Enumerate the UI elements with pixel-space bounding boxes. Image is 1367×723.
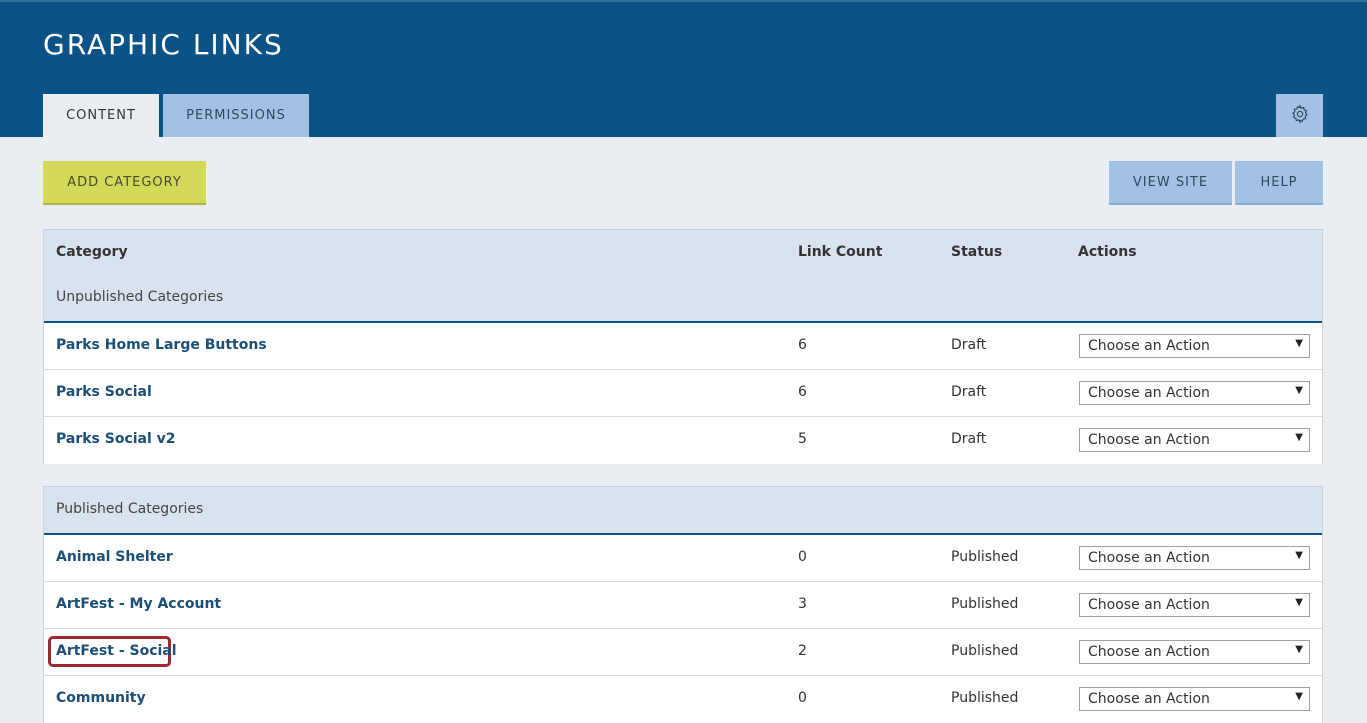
status-text: Published [951,549,1019,565]
dropdown-arrow-icon: ▼ [1295,432,1303,443]
action-select[interactable]: Choose an Action ▼ [1079,593,1310,617]
unpublished-categories-table: Category Link Count Status Actions Unpub… [43,229,1323,464]
link-count: 6 [798,337,807,353]
table-row: Animal Shelter 0 Published Choose an Act… [44,535,1322,582]
status-text: Published [951,643,1019,659]
category-link[interactable]: Animal Shelter [56,549,173,565]
table-row: Parks Social v2 5 Draft Choose an Action… [44,417,1322,464]
page-title: GRAPHIC LINKS [43,28,284,61]
status-text: Draft [951,337,987,353]
dropdown-arrow-icon: ▼ [1295,338,1303,349]
add-category-button[interactable]: ADD CATEGORY [43,161,206,205]
action-select-value: Choose an Action [1088,644,1210,660]
category-link[interactable]: Parks Social [56,384,152,400]
status-text: Draft [951,431,987,447]
status-text: Published [951,690,1019,706]
table-header: Category Link Count Status Actions Unpub… [44,230,1322,323]
action-select[interactable]: Choose an Action ▼ [1079,546,1310,570]
action-select[interactable]: Choose an Action ▼ [1079,640,1310,664]
dropdown-arrow-icon: ▼ [1295,550,1303,561]
tab-content[interactable]: CONTENT [43,94,159,137]
table-row: Parks Social 6 Draft Choose an Action ▼ [44,370,1322,417]
link-count: 0 [798,549,807,565]
view-site-button[interactable]: VIEW SITE [1109,161,1232,205]
link-count: 0 [798,690,807,706]
column-header-status: Status [951,244,1003,260]
table-row: ArtFest - Social 2 Published Choose an A… [44,629,1322,676]
category-link[interactable]: Parks Social v2 [56,431,176,447]
column-header-category: Category [56,244,128,260]
category-link[interactable]: ArtFest - Social [56,643,177,659]
dropdown-arrow-icon: ▼ [1295,644,1303,655]
link-count: 5 [798,431,807,447]
action-select[interactable]: Choose an Action ▼ [1079,334,1310,358]
table-row: Parks Home Large Buttons 6 Draft Choose … [44,323,1322,370]
action-select-value: Choose an Action [1088,432,1210,448]
link-count: 2 [798,643,807,659]
category-link[interactable]: Parks Home Large Buttons [56,337,267,353]
action-select-value: Choose an Action [1088,550,1210,566]
column-header-actions: Actions [1078,244,1137,260]
table-row: Community 0 Published Choose an Action ▼ [44,676,1322,723]
help-button[interactable]: HELP [1235,161,1323,205]
action-select[interactable]: Choose an Action ▼ [1079,381,1310,405]
action-select[interactable]: Choose an Action ▼ [1079,687,1310,711]
published-categories-table: Published Categories Animal Shelter 0 Pu… [43,486,1323,723]
unpublished-group-label: Unpublished Categories [56,289,224,305]
dropdown-arrow-icon: ▼ [1295,385,1303,396]
status-text: Draft [951,384,987,400]
table-header: Published Categories [44,487,1322,535]
link-count: 6 [798,384,807,400]
action-select-value: Choose an Action [1088,691,1210,707]
gear-icon [1290,103,1310,128]
action-select[interactable]: Choose an Action ▼ [1079,428,1310,452]
published-group-label: Published Categories [56,501,204,517]
status-text: Published [951,596,1019,612]
column-header-link-count: Link Count [798,244,883,260]
category-link[interactable]: ArtFest - My Account [56,596,221,612]
action-select-value: Choose an Action [1088,385,1210,401]
action-select-value: Choose an Action [1088,338,1210,354]
category-link[interactable]: Community [56,690,146,706]
settings-button[interactable] [1276,94,1323,137]
page-header: GRAPHIC LINKS CONTENT PERMISSIONS [0,0,1367,137]
table-row: ArtFest - My Account 3 Published Choose … [44,582,1322,629]
link-count: 3 [798,596,807,612]
tab-permissions[interactable]: PERMISSIONS [163,94,309,137]
header-topline [0,0,1367,2]
dropdown-arrow-icon: ▼ [1295,597,1303,608]
action-select-value: Choose an Action [1088,597,1210,613]
dropdown-arrow-icon: ▼ [1295,691,1303,702]
